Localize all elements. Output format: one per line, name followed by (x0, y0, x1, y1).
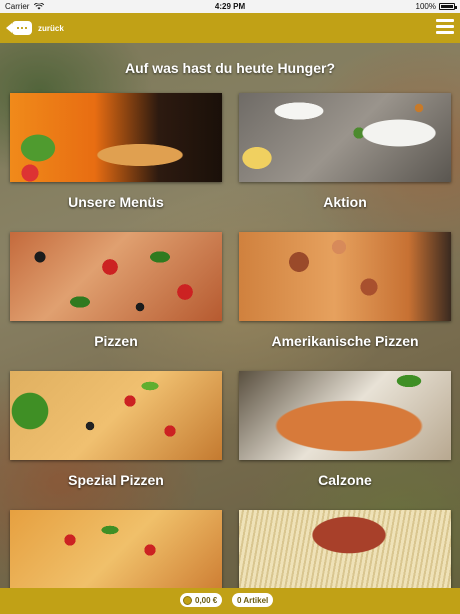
page-title: Auf was hast du heute Hunger? (124, 60, 335, 76)
category-tile-aktion[interactable]: Aktion (239, 93, 451, 210)
category-tile-calzone[interactable]: Calzone (239, 371, 451, 488)
cart-items-button[interactable]: 0 Artikel (232, 593, 274, 607)
category-tile-spezial-pizzen[interactable]: Spezial Pizzen (10, 371, 222, 488)
category-image (10, 93, 222, 182)
bottom-cart-bar: 0,00 € 0 Artikel (0, 588, 460, 614)
category-label: Unsere Menüs (68, 194, 164, 210)
battery-percent: 100% (415, 2, 436, 11)
cart-items-value: 0 Artikel (237, 595, 269, 605)
cart-total-button[interactable]: 0,00 € (180, 593, 223, 607)
hamburger-menu-icon[interactable] (436, 19, 454, 35)
category-label: Aktion (323, 194, 367, 210)
category-tile-pizzen[interactable]: Pizzen (10, 232, 222, 349)
battery-status: 100% (415, 0, 457, 13)
category-label: Spezial Pizzen (68, 472, 164, 488)
top-navigation-bar: zurück (0, 13, 460, 43)
category-label: Amerikanische Pizzen (271, 333, 419, 349)
category-tile-amerikanische-pizzen[interactable]: Amerikanische Pizzen (239, 232, 451, 349)
back-chat-icon (6, 21, 32, 35)
category-image (10, 510, 222, 599)
coin-icon (183, 595, 192, 605)
status-bar: Carrier 4:29 PM 100% (0, 0, 460, 13)
battery-icon (439, 3, 457, 10)
back-button[interactable]: zurück (6, 20, 64, 36)
back-label: zurück (38, 23, 64, 33)
cart-total-value: 0,00 € (195, 595, 218, 605)
category-tile-unsere-menues[interactable]: Unsere Menüs (10, 93, 222, 210)
category-image (239, 510, 451, 599)
category-image (239, 232, 451, 321)
category-image (10, 371, 222, 460)
category-label: Calzone (318, 472, 372, 488)
category-image (10, 232, 222, 321)
category-image (239, 93, 451, 182)
status-time: 4:29 PM (214, 2, 246, 11)
category-image (239, 371, 451, 460)
category-label: Pizzen (94, 333, 138, 349)
